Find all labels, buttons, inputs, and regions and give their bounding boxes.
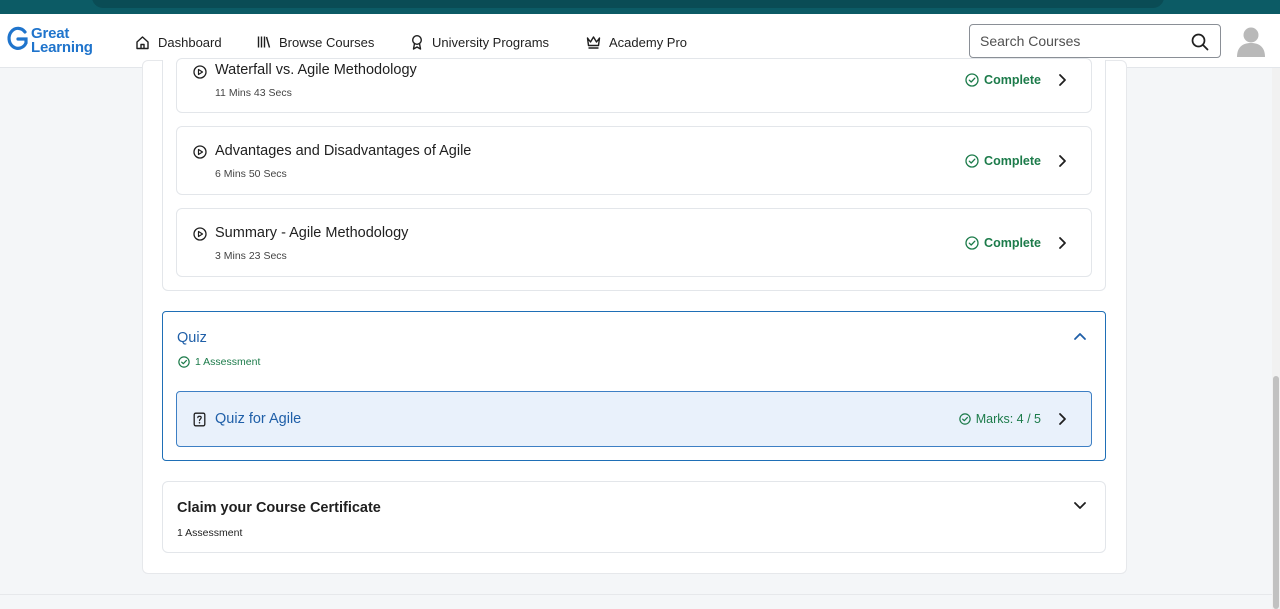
lesson-duration: 3 Mins 23 Secs [215, 250, 287, 262]
lesson-item[interactable]: Summary - Agile Methodology 3 Mins 23 Se… [176, 208, 1092, 277]
chevron-right-icon[interactable] [1057, 236, 1067, 250]
status-badge: Complete [965, 73, 1041, 87]
chevron-right-icon[interactable] [1057, 412, 1067, 426]
search-input[interactable] [980, 31, 1180, 51]
lesson-title: Advantages and Disadvantages of Agile [215, 143, 472, 159]
great-learning-logo[interactable]: Great Learning [7, 25, 99, 57]
lesson-item[interactable]: Waterfall vs. Agile Methodology 11 Mins … [176, 58, 1092, 113]
quiz-assessment-label: 1 Assessment [195, 356, 261, 368]
check-circle-icon [958, 413, 971, 425]
status-badge: Complete [965, 154, 1041, 168]
nav-browse-courses[interactable]: Browse Courses [257, 34, 374, 50]
crown-icon [586, 36, 601, 49]
quiz-assessment-count: 1 Assessment [178, 356, 260, 368]
check-circle-icon [965, 154, 979, 168]
chevron-right-icon[interactable] [1057, 73, 1067, 87]
lesson-duration: 11 Mins 43 Secs [215, 87, 292, 99]
user-avatar-icon [1237, 27, 1265, 57]
quiz-marks-badge: Marks: 4 / 5 [958, 412, 1041, 426]
status-label: Complete [984, 73, 1041, 87]
nav-academy-pro-label: Academy Pro [609, 34, 688, 50]
status-label: Complete [984, 154, 1041, 168]
check-circle-icon [178, 356, 190, 368]
lesson-title: Waterfall vs. Agile Methodology [215, 62, 417, 78]
play-circle-icon [193, 227, 207, 241]
lesson-title: Summary - Agile Methodology [215, 225, 409, 241]
status-label: Complete [984, 236, 1041, 250]
chevron-down-icon[interactable] [1073, 501, 1087, 511]
quiz-marks-label: Marks: 4 / 5 [975, 412, 1041, 426]
library-icon [257, 36, 271, 48]
logo-text-learning: Learning [31, 39, 93, 56]
search-icon[interactable] [1191, 33, 1209, 51]
nav-university-programs-label: University Programs [432, 34, 550, 50]
scrollbar-thumb[interactable] [1273, 376, 1279, 609]
check-circle-icon [965, 73, 979, 87]
chevron-right-icon[interactable] [1057, 154, 1067, 168]
nav-dashboard[interactable]: Dashboard [135, 34, 222, 50]
check-circle-icon [965, 236, 979, 250]
browser-top-strip [0, 0, 1280, 14]
lesson-item[interactable]: Advantages and Disadvantages of Agile 6 … [176, 126, 1092, 195]
quiz-item-title: Quiz for Agile [215, 411, 302, 427]
play-circle-icon [193, 65, 207, 79]
chevron-up-icon[interactable] [1073, 331, 1087, 341]
quiz-section-title[interactable]: Quiz [177, 330, 207, 346]
claim-assessment-count: 1 Assessment [177, 527, 243, 539]
g-logo-icon [7, 26, 28, 50]
avatar[interactable] [1236, 25, 1266, 57]
url-bar-fragment [92, 0, 1164, 8]
play-circle-icon [193, 145, 207, 159]
nav-university-programs[interactable]: University Programs [410, 34, 549, 50]
status-badge: Complete [965, 236, 1041, 250]
footer-divider [0, 594, 1272, 595]
nav-browse-courses-label: Browse Courses [279, 34, 375, 50]
claim-certificate-section[interactable]: Claim your Course Certificate 1 Assessme… [162, 481, 1106, 553]
claim-certificate-title: Claim your Course Certificate [177, 500, 381, 516]
home-icon [136, 35, 149, 49]
nav-dashboard-label: Dashboard [158, 34, 222, 50]
award-icon [411, 34, 423, 50]
lesson-duration: 6 Mins 50 Secs [215, 168, 287, 180]
quiz-document-icon [193, 412, 206, 427]
quiz-item[interactable]: Quiz for Agile Marks: 4 / 5 [176, 391, 1092, 447]
nav-academy-pro[interactable]: Academy Pro [586, 34, 687, 50]
search-box [969, 24, 1221, 58]
